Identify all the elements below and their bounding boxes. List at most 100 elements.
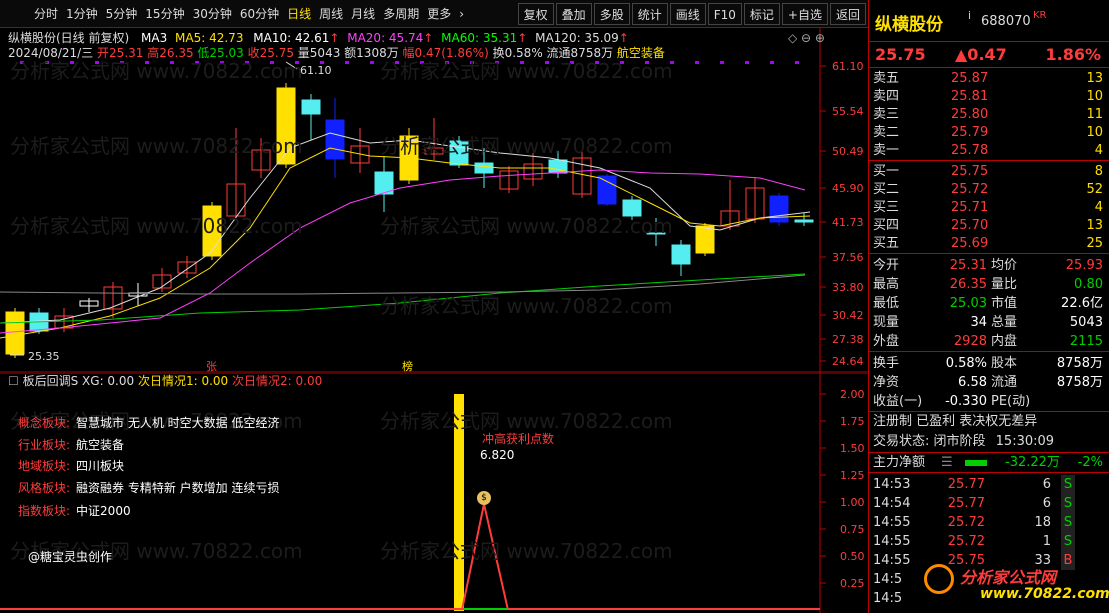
watermark: 分析家公式网 www.70822.com — [380, 539, 673, 563]
info-block: 注册制 已盈利 表决权无差异 交易状态: 闭市阶段 15:30:09 — [869, 412, 1109, 453]
bids-row[interactable]: 买一 25.75 8 — [869, 163, 1109, 181]
asks-label: 卖三 — [873, 107, 900, 122]
bar-amount: 额1308万 — [344, 46, 399, 60]
period-tabs: 分时 1分钟 5分钟 15分钟 30分钟 60分钟 日线 周线 月线 多周期 更多 — [30, 0, 455, 28]
candle-body — [695, 225, 715, 254]
ma60-label: MA60: 35.31 — [441, 31, 518, 45]
action-button-8[interactable]: 返回 — [829, 2, 866, 25]
watermark: 分析家公式网 www.70822.com — [10, 214, 303, 238]
more-arrow[interactable]: › — [455, 0, 468, 28]
ind-axis-label: 1.25 — [840, 469, 865, 482]
action-button-5[interactable]: F10 — [707, 2, 742, 25]
chart-control-icons[interactable]: ◇ ⊖ ⊕ — [788, 31, 825, 45]
stat-row: 今开 25.31 均价 25.93 — [869, 256, 1109, 275]
bids-row[interactable]: 买五 25.69 25 — [869, 235, 1109, 253]
logo-icon — [924, 564, 954, 594]
ind-axis-label: 0.25 — [840, 577, 865, 590]
action-button-0[interactable]: 复权 — [517, 2, 554, 25]
price-axis-label: 27.38 — [832, 333, 864, 346]
ask-book: 卖五 25.87 13 卖四 25.81 10 卖三 25.80 11 卖二 25.79 10 卖一 25… — [869, 68, 1109, 161]
watermark: 分析家公式网 www.70822.com — [10, 59, 303, 83]
period-tab-0[interactable]: 分时 — [30, 0, 62, 28]
period-tab-6[interactable]: 日线 — [283, 0, 315, 28]
period-tab-8[interactable]: 月线 — [347, 0, 379, 28]
stock-name: 纵横股份 — [875, 15, 943, 35]
bids-row[interactable]: 买二 25.72 52 — [869, 181, 1109, 199]
price-change: ▲0.47 — [955, 45, 1007, 64]
price-axis-label: 61.10 — [832, 60, 864, 73]
stat-label-2: 总量 — [991, 315, 1018, 330]
period-tab-9[interactable]: 多周期 — [379, 0, 423, 28]
stat-label-2: 股本 — [991, 356, 1018, 371]
candle-body — [301, 99, 321, 115]
plate-value[interactable]: 智慧城市 无人机 时空大数据 低空经济 — [76, 416, 279, 430]
plate-value[interactable]: 航空装备 — [76, 438, 124, 452]
asks-price: 25.80 — [951, 107, 989, 122]
plate-key: 概念板块: — [18, 416, 71, 430]
tick-time: 14:55 — [873, 515, 911, 530]
asks-qty: 4 — [1094, 143, 1103, 158]
stat-label-2: 流通 — [991, 375, 1018, 390]
period-tab-4[interactable]: 30分钟 — [189, 0, 236, 28]
tick-time: 14:5 — [873, 572, 903, 587]
tick-volume: 1 — [1042, 534, 1051, 549]
bar-industry: 航空装备 — [616, 46, 665, 60]
candle-body — [769, 195, 789, 223]
indicator-name[interactable]: 板后回调S — [23, 374, 79, 388]
price-axis-label: 55.54 — [832, 105, 864, 118]
asks-price: 25.79 — [951, 125, 989, 140]
period-tab-2[interactable]: 5分钟 — [102, 0, 142, 28]
asks-qty: 13 — [1086, 71, 1103, 86]
period-tab-5[interactable]: 60分钟 — [236, 0, 283, 28]
stat-value-2: 2115 — [1069, 334, 1103, 349]
list-icon[interactable]: ☰ — [941, 453, 953, 473]
bar-high: 高26.35 — [147, 46, 194, 60]
price-axis-label: 24.64 — [832, 355, 864, 368]
bids-row[interactable]: 买四 25.70 13 — [869, 217, 1109, 235]
action-button-3[interactable]: 统计 — [631, 2, 668, 25]
action-button-1[interactable]: 叠加 — [555, 2, 592, 25]
plate-value[interactable]: 中证2000 — [76, 504, 131, 518]
period-tab-3[interactable]: 15分钟 — [141, 0, 188, 28]
mainflow-row: 主力净额 ☰ -32.22万 -2% — [869, 453, 1109, 473]
bids-label: 买一 — [873, 164, 900, 179]
plate-value[interactable]: 四川板块 — [76, 459, 124, 473]
stat-value: 25.31 — [949, 258, 987, 273]
plate-value[interactable]: 融资融券 专精特新 户数增加 连续亏损 — [76, 481, 279, 495]
money-bag-icon: $ — [477, 491, 491, 505]
period-tab-10[interactable]: 更多 — [423, 0, 455, 28]
stat-value: 6.58 — [958, 375, 987, 390]
asks-row[interactable]: 卖二 25.79 10 — [869, 124, 1109, 142]
ma20-label: MA20: 45.74 — [347, 31, 424, 45]
tick-side: S — [1061, 494, 1075, 513]
period-tab-1[interactable]: 1分钟 — [62, 0, 102, 28]
bar-float: 流通8758万 — [546, 46, 614, 60]
kline-chart[interactable]: 61.10 55.54 50.49 45.90 41.73 37.56 33.80 30.42… — [0, 28, 868, 373]
tick-volume: 18 — [1034, 515, 1051, 530]
action-button-6[interactable]: 标记 — [743, 2, 780, 25]
indicator-close-icon[interactable]: ☐ — [8, 374, 19, 388]
asks-row[interactable]: 卖一 25.78 4 — [869, 142, 1109, 160]
plate-row: 风格板块: 融资融券 专精特新 户数增加 连续亏损 — [18, 480, 280, 496]
plate-row: 行业板块: 航空装备 — [18, 437, 124, 453]
stat-row: 换手 0.58% 股本 8758万 — [869, 354, 1109, 373]
asks-row[interactable]: 卖四 25.81 10 — [869, 88, 1109, 106]
action-button-4[interactable]: 画线 — [669, 2, 706, 25]
bids-row[interactable]: 买三 25.71 4 — [869, 199, 1109, 217]
action-button-7[interactable]: +自选 — [781, 2, 828, 25]
asks-row[interactable]: 卖五 25.87 13 — [869, 70, 1109, 88]
tick-volume: 6 — [1042, 477, 1051, 492]
stat-row: 最低 25.03 市值 22.6亿 — [869, 294, 1109, 313]
tick-side: S — [1061, 475, 1075, 494]
tick-time: 14:55 — [873, 553, 911, 568]
asks-label: 卖一 — [873, 143, 900, 158]
info-icon[interactable]: i — [968, 9, 971, 22]
action-button-2[interactable]: 多股 — [593, 2, 630, 25]
candle-body — [597, 175, 617, 205]
asks-row[interactable]: 卖三 25.80 11 — [869, 106, 1109, 124]
candle-body — [671, 244, 691, 265]
stock-code: 688070 — [981, 14, 1031, 29]
period-tab-7[interactable]: 周线 — [315, 0, 347, 28]
ma3-label: MA3 — [141, 31, 168, 45]
credit-text: @糖宝灵虫创作 — [28, 550, 113, 564]
